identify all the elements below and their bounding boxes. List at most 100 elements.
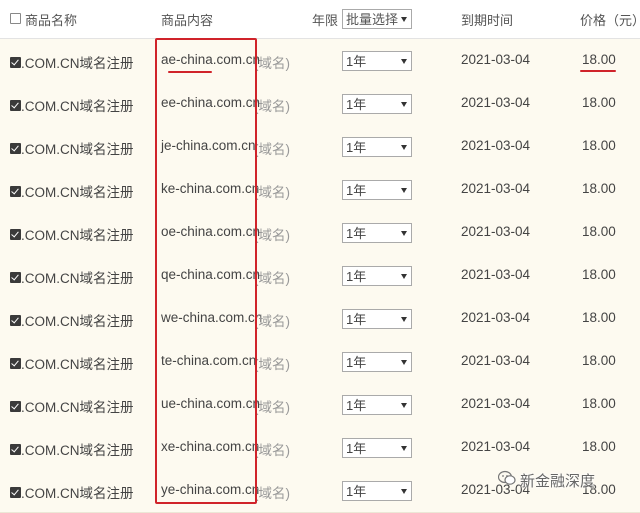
- table-header: 商品名称 商品内容 年限 批量选择 到期时间 价格（元）: [0, 0, 640, 39]
- chevron-down-icon: [401, 59, 407, 64]
- row-product-name: .COM.CN域名注册: [21, 56, 134, 71]
- row-term-select[interactable]: 1年: [342, 137, 412, 157]
- row-checkbox[interactable]: [10, 398, 21, 413]
- row-term-value: 1年: [346, 97, 367, 112]
- row-checkbox[interactable]: [10, 269, 21, 284]
- checkbox-checked-icon[interactable]: [10, 314, 21, 326]
- chevron-down-icon: [401, 360, 407, 365]
- annotation-underline-price: [580, 70, 616, 72]
- row-price: 18.00: [582, 95, 616, 110]
- header-product-name: 商品名称: [25, 13, 78, 28]
- row-term-select[interactable]: 1年: [342, 481, 412, 501]
- chevron-down-icon: [401, 145, 407, 150]
- checkbox-checked-icon[interactable]: [10, 400, 21, 412]
- row-domain: ue-china.com.cn: [161, 396, 261, 411]
- checkbox-icon[interactable]: [10, 13, 21, 25]
- row-term-value: 1年: [346, 398, 367, 413]
- chevron-down-icon: [401, 188, 407, 193]
- row-term-select[interactable]: 1年: [342, 395, 412, 415]
- header-term: 年限: [312, 13, 339, 28]
- row-domain: ke-china.com.cn: [161, 181, 260, 196]
- row-checkbox[interactable]: [10, 226, 21, 241]
- table-row: .COM.CN域名注册 oe-china.com.cn (域名) 1年 2021-03-…: [0, 211, 640, 255]
- row-product-name: .COM.CN域名注册: [21, 400, 134, 415]
- row-term-select[interactable]: 1年: [342, 94, 412, 114]
- row-domain: oe-china.com.cn: [161, 224, 261, 239]
- row-expiry: 2021-03-04: [461, 224, 531, 239]
- row-domain: ae-china.com.cn: [161, 52, 261, 67]
- row-domain-suffix: (域名): [254, 443, 290, 458]
- checkbox-checked-icon[interactable]: [10, 56, 21, 68]
- row-term-select[interactable]: 1年: [342, 180, 412, 200]
- watermark-text: 新金融深度: [520, 473, 596, 490]
- row-price: 18.00: [582, 439, 616, 454]
- row-term-select[interactable]: 1年: [342, 352, 412, 372]
- row-expiry: 2021-03-04: [461, 439, 531, 454]
- row-checkbox[interactable]: [10, 355, 21, 370]
- row-product-name: .COM.CN域名注册: [21, 99, 134, 114]
- row-checkbox[interactable]: [10, 140, 21, 155]
- checkbox-checked-icon[interactable]: [10, 486, 21, 498]
- row-term-value: 1年: [346, 54, 367, 69]
- row-expiry: 2021-03-04: [461, 52, 531, 67]
- select-all-checkbox[interactable]: [10, 10, 21, 25]
- row-expiry: 2021-03-04: [461, 95, 531, 110]
- row-term-select[interactable]: 1年: [342, 51, 412, 71]
- row-product-name: .COM.CN域名注册: [21, 314, 134, 329]
- checkbox-checked-icon[interactable]: [10, 99, 21, 111]
- row-product-name: .COM.CN域名注册: [21, 357, 134, 372]
- checkbox-checked-icon[interactable]: [10, 185, 21, 197]
- table-row: .COM.CN域名注册 ae-china.com.cn (域名) 1年 2021-03-…: [0, 39, 640, 83]
- row-product-name: .COM.CN域名注册: [21, 142, 134, 157]
- row-checkbox[interactable]: [10, 484, 21, 499]
- chevron-down-icon: [401, 317, 407, 322]
- table-row: .COM.CN域名注册 te-china.com.cn (域名) 1年 2021-03-…: [0, 340, 640, 384]
- row-domain-suffix: (域名): [254, 99, 290, 114]
- row-domain-suffix: (域名): [254, 271, 290, 286]
- checkbox-checked-icon[interactable]: [10, 228, 21, 240]
- row-domain: je-china.com.cn: [161, 138, 256, 153]
- row-product-name: .COM.CN域名注册: [21, 271, 134, 286]
- checkbox-checked-icon[interactable]: [10, 142, 21, 154]
- header-price: 价格（元）: [580, 13, 640, 28]
- row-domain-suffix: (域名): [254, 486, 290, 501]
- row-checkbox[interactable]: [10, 54, 21, 69]
- row-checkbox[interactable]: [10, 97, 21, 112]
- checkbox-checked-icon[interactable]: [10, 271, 21, 283]
- row-price: 18.00: [582, 396, 616, 411]
- table-row: .COM.CN域名注册 ke-china.com.cn (域名) 1年 2021-03-…: [0, 168, 640, 212]
- row-term-select[interactable]: 1年: [342, 266, 412, 286]
- table-row: .COM.CN域名注册 je-china.com.cn (域名) 1年 2021-03-…: [0, 125, 640, 169]
- row-price: 18.00: [582, 52, 616, 67]
- row-expiry: 2021-03-04: [461, 181, 531, 196]
- row-term-value: 1年: [346, 183, 367, 198]
- row-price: 18.00: [582, 224, 616, 239]
- row-domain-suffix: (域名): [254, 228, 290, 243]
- row-expiry: 2021-03-04: [461, 138, 531, 153]
- chevron-down-icon: [401, 102, 407, 107]
- row-domain: ye-china.com.cn: [161, 482, 260, 497]
- row-checkbox[interactable]: [10, 441, 21, 456]
- checkbox-checked-icon[interactable]: [10, 443, 21, 455]
- row-domain-suffix: (域名): [254, 142, 290, 157]
- checkbox-checked-icon[interactable]: [10, 357, 21, 369]
- row-expiry: 2021-03-04: [461, 396, 531, 411]
- row-term-select[interactable]: 1年: [342, 438, 412, 458]
- row-product-name: .COM.CN域名注册: [21, 228, 134, 243]
- batch-select-dropdown[interactable]: 批量选择: [342, 9, 412, 29]
- row-term-select[interactable]: 1年: [342, 223, 412, 243]
- row-term-select[interactable]: 1年: [342, 309, 412, 329]
- row-domain: xe-china.com.cn: [161, 439, 260, 454]
- row-term-value: 1年: [346, 226, 367, 241]
- row-checkbox[interactable]: [10, 312, 21, 327]
- row-domain-suffix: (域名): [254, 185, 290, 200]
- row-term-value: 1年: [346, 355, 367, 370]
- row-product-name: .COM.CN域名注册: [21, 185, 134, 200]
- batch-select-label: 批量选择: [346, 12, 399, 27]
- row-term-value: 1年: [346, 312, 367, 327]
- row-price: 18.00: [582, 310, 616, 325]
- row-domain-suffix: (域名): [254, 357, 290, 372]
- row-checkbox[interactable]: [10, 183, 21, 198]
- row-product-name: .COM.CN域名注册: [21, 443, 134, 458]
- table-row: .COM.CN域名注册 ee-china.com.cn (域名) 1年 2021-03-…: [0, 82, 640, 126]
